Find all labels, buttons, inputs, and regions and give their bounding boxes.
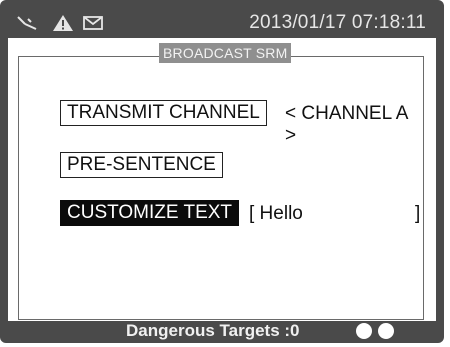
menu-item-customize-text[interactable]: CUSTOMIZE TEXT [60, 200, 240, 226]
footer-bar: Dangerous Targets :0 [0, 320, 444, 343]
transmit-channel-value[interactable]: < CHANNEL A > [285, 103, 423, 147]
warning-icon [53, 15, 73, 31]
customize-text-label: CUSTOMIZE TEXT [60, 200, 240, 226]
dangerous-targets-count: Dangerous Targets :0 [126, 321, 300, 340]
mail-icon [83, 16, 103, 30]
customize-text-bracket-close: ] [415, 203, 421, 224]
customize-text-value[interactable]: [ Hello [249, 203, 303, 225]
satellite-icon [17, 16, 37, 30]
main-screen: BROADCAST SRM TRANSMIT CHANNEL < CHANNEL… [8, 38, 436, 321]
pre-sentence-label: PRE-SENTENCE [60, 152, 223, 178]
indicator-dot-1 [356, 323, 372, 339]
device-frame: 2013/01/17 07:18:11 BROADCAST SRM TRANSM… [0, 0, 444, 343]
menu-item-transmit-channel[interactable]: TRANSMIT CHANNEL [60, 100, 267, 126]
status-bar: 2013/01/17 07:18:11 [10, 6, 434, 40]
panel-title: BROADCAST SRM [159, 43, 292, 63]
menu-item-pre-sentence[interactable]: PRE-SENTENCE [60, 152, 223, 178]
device-screen: 2013/01/17 07:18:11 BROADCAST SRM TRANSM… [0, 0, 450, 347]
datetime-display: 2013/01/17 07:18:11 [249, 12, 426, 33]
broadcast-srm-panel: BROADCAST SRM TRANSMIT CHANNEL < CHANNEL… [18, 43, 424, 320]
transmit-channel-label: TRANSMIT CHANNEL [60, 100, 267, 126]
indicator-dot-2 [378, 323, 394, 339]
